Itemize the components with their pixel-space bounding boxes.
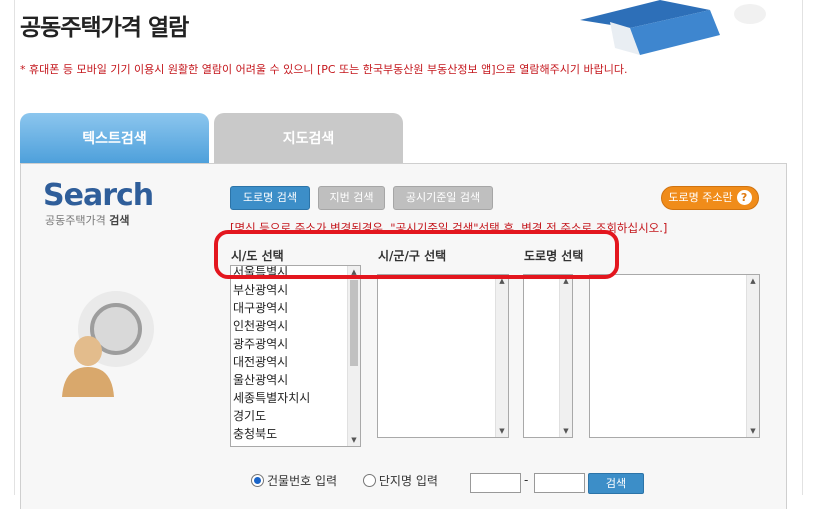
decorative-cube-graphic bbox=[580, 0, 766, 55]
sido-option[interactable]: 대전광역시 bbox=[233, 353, 346, 371]
number-separator: - bbox=[524, 473, 529, 487]
frame-border-left bbox=[14, 0, 15, 495]
search-panel: Search 공동주택가격 검색 도로명 검색 지번 검색 공시기준일 검색 도… bbox=[20, 163, 787, 509]
sido-option[interactable]: 경기도 bbox=[233, 407, 346, 425]
building-no-radio-label[interactable]: 건물번호 입력 bbox=[267, 474, 337, 488]
sido-option[interactable]: 충청북도 bbox=[233, 425, 346, 443]
search-logo-sub-bold: 검색 bbox=[109, 214, 130, 227]
sido-option[interactable]: 대구광역시 bbox=[233, 299, 346, 317]
road-search-button[interactable]: 도로명 검색 bbox=[230, 186, 310, 210]
sido-option[interactable]: 울산광역시 bbox=[233, 371, 346, 389]
page: 공동주택가격 열람 * 휴대폰 등 모바일 기기 이용시 원활한 열람이 어려울… bbox=[0, 0, 817, 509]
question-icon: ? bbox=[736, 190, 752, 205]
sido-list: 서울특별시 부산광역시 대구광역시 인천광역시 광주광역시 대전광역시 울산광역시 세종특별자… bbox=[233, 266, 346, 443]
magnifier-person-illustration bbox=[62, 291, 154, 397]
scroll-up-icon[interactable]: ▲ bbox=[747, 275, 759, 287]
scroll-down-icon[interactable]: ▼ bbox=[747, 425, 759, 437]
scroll-down-icon[interactable]: ▼ bbox=[348, 434, 360, 446]
sido-option[interactable]: 세종특별자치시 bbox=[233, 389, 346, 407]
scroll-down-icon[interactable]: ▼ bbox=[496, 425, 508, 437]
road-name-listbox[interactable]: ▲ ▼ bbox=[589, 274, 760, 438]
search-logo-sub-prefix: 공동주택가격 bbox=[45, 214, 110, 227]
building-main-number-input[interactable] bbox=[470, 473, 521, 493]
search-logo-subtitle: 공동주택가격 검색 bbox=[45, 212, 129, 228]
sido-option[interactable]: 부산광역시 bbox=[233, 281, 346, 299]
building-sub-number-input[interactable] bbox=[534, 473, 585, 493]
mobile-notice: * 휴대폰 등 모바일 기기 이용시 원활한 열람이 어려울 수 있으니 [PC… bbox=[20, 63, 628, 76]
sido-option[interactable]: 인천광역시 bbox=[233, 317, 346, 335]
search-logo: Search bbox=[43, 178, 154, 213]
sigungu-scrollbar[interactable]: ▲ ▼ bbox=[495, 275, 508, 437]
sido-scrollbar[interactable]: ▲ ▼ bbox=[347, 266, 360, 446]
road-initial-scrollbar[interactable]: ▲ ▼ bbox=[559, 275, 572, 437]
search-submit-button[interactable]: 검색 bbox=[588, 473, 644, 494]
input-type-radio-group: 건물번호 입력 단지명 입력 bbox=[251, 472, 460, 489]
frame-border-right bbox=[802, 0, 803, 495]
tab-text-search[interactable]: 텍스트검색 bbox=[20, 113, 209, 163]
date-search-button[interactable]: 공시기준일 검색 bbox=[393, 186, 493, 210]
complex-name-radio-label[interactable]: 단지명 입력 bbox=[379, 474, 438, 488]
complex-name-radio[interactable] bbox=[362, 474, 376, 487]
page-title: 공동주택가격 열람 bbox=[20, 15, 189, 41]
road-address-info-button[interactable]: 도로명 주소란? bbox=[661, 186, 759, 210]
sigungu-listbox[interactable]: ▲ ▼ bbox=[377, 274, 509, 438]
sido-option[interactable]: 광주광역시 bbox=[233, 335, 346, 353]
scroll-thumb[interactable] bbox=[350, 280, 358, 366]
road-initial-listbox[interactable]: ▲ ▼ bbox=[523, 274, 573, 438]
building-no-radio[interactable] bbox=[251, 474, 264, 487]
scroll-down-icon[interactable]: ▼ bbox=[560, 425, 572, 437]
jibun-search-button[interactable]: 지번 검색 bbox=[318, 186, 385, 210]
highlight-annotation-oval bbox=[214, 230, 619, 279]
road-name-scrollbar[interactable]: ▲ ▼ bbox=[746, 275, 759, 437]
road-address-info-label: 도로명 주소란 bbox=[668, 191, 733, 204]
sido-listbox[interactable]: 서울특별시 부산광역시 대구광역시 인천광역시 광주광역시 대전광역시 울산광역시 세종특별자… bbox=[230, 265, 361, 447]
tab-map-search[interactable]: 지도검색 bbox=[214, 113, 403, 163]
